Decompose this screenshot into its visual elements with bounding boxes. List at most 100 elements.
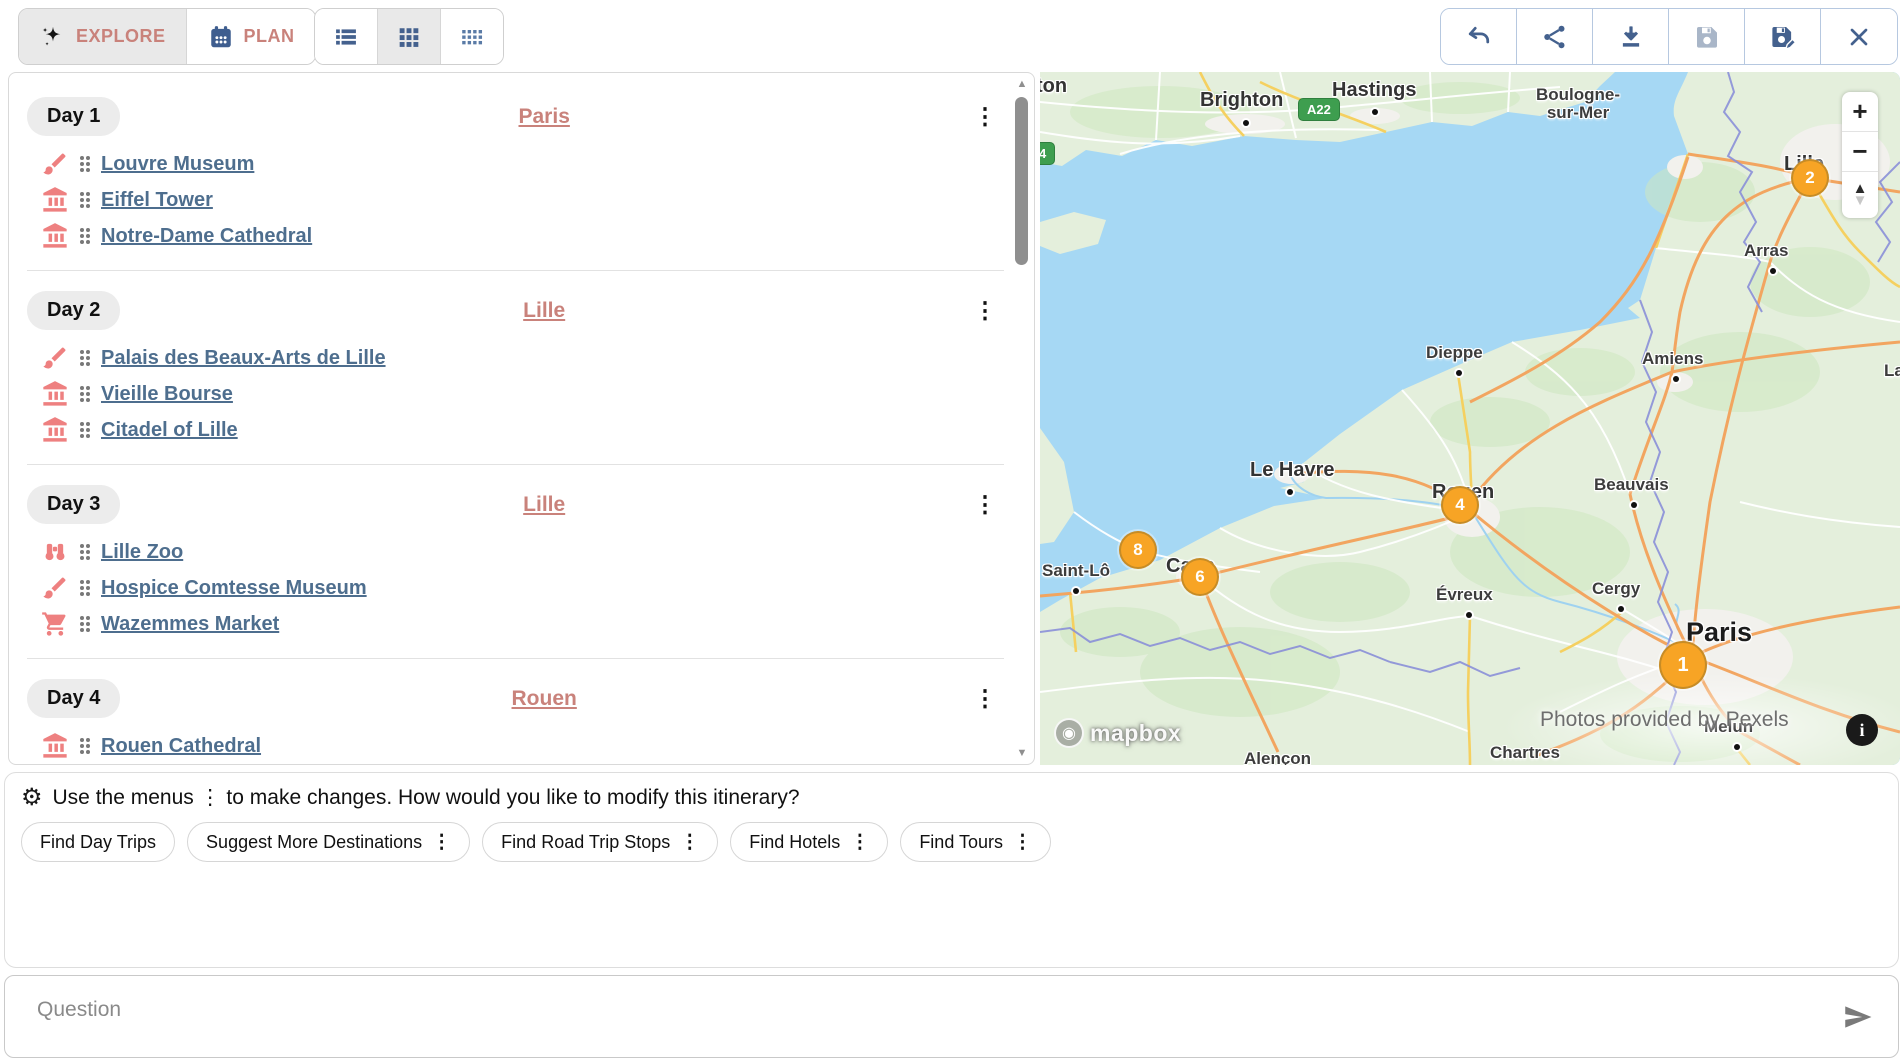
- itinerary-panel: Day 1 Paris ⋮ Louvre Museum Eiffel Tower…: [8, 72, 1035, 765]
- map-city-label: La: [1884, 362, 1900, 380]
- day-city-link[interactable]: Paris: [519, 105, 570, 128]
- itinerary-item: Palais des Beaux-Arts de Lille: [27, 340, 1010, 376]
- drag-handle-icon[interactable]: [80, 386, 90, 402]
- map-city-dot: [1618, 606, 1624, 612]
- item-title-link[interactable]: Vieille Bourse: [101, 383, 233, 406]
- view-toggle-group: [314, 8, 504, 65]
- map-cluster-marker[interactable]: 4: [1441, 486, 1479, 524]
- drag-handle-icon[interactable]: [80, 350, 90, 366]
- item-title-link[interactable]: Wazemmes Market: [101, 613, 279, 636]
- drag-handle-icon[interactable]: [80, 580, 90, 596]
- map-city-label: Arras: [1744, 242, 1788, 260]
- scroll-up-arrow[interactable]: ▲: [1013, 77, 1031, 91]
- day-section: Day 3 Lille ⋮ Lille Zoo Hospice Comtesse…: [27, 485, 1010, 659]
- plan-label: PLAN: [244, 26, 295, 47]
- compass-down-icon: ▼: [1853, 195, 1868, 207]
- drag-handle-icon[interactable]: [80, 616, 90, 632]
- undo-button[interactable]: [1441, 9, 1517, 64]
- map-city-label: Dieppe: [1426, 344, 1483, 362]
- day-header: Day 1 Paris ⋮: [27, 97, 1002, 136]
- day-divider: [27, 464, 1004, 465]
- item-title-link[interactable]: Rouen Cathedral: [101, 735, 261, 758]
- list-view-button[interactable]: [315, 9, 378, 64]
- day-city-link[interactable]: Rouen: [512, 687, 577, 710]
- day-menu-button[interactable]: ⋮: [968, 299, 1002, 322]
- map-cluster-marker[interactable]: 6: [1181, 558, 1219, 596]
- download-button[interactable]: [1593, 9, 1669, 64]
- suggestion-button[interactable]: Find Tours ⋮: [900, 822, 1051, 862]
- close-button[interactable]: [1821, 9, 1897, 64]
- assistant-message: Use the menus ⋮ to make changes. How wou…: [53, 785, 800, 810]
- zoom-in-button[interactable]: +: [1842, 92, 1878, 132]
- day-city-link[interactable]: Lille: [523, 493, 565, 516]
- day-divider: [27, 658, 1004, 659]
- day-menu-button[interactable]: ⋮: [968, 493, 1002, 516]
- plan-button[interactable]: PLAN: [187, 9, 315, 64]
- assistant-panel: ⚙ Use the menus ⋮ to make changes. How w…: [4, 772, 1899, 968]
- road-shield-badge: A22: [1298, 98, 1340, 121]
- suggestion-button[interactable]: Find Road Trip Stops ⋮: [482, 822, 718, 862]
- scroll-down-arrow[interactable]: ▼: [1013, 746, 1031, 760]
- item-title-link[interactable]: Eiffel Tower: [101, 189, 213, 212]
- share-button[interactable]: [1517, 9, 1593, 64]
- suggestion-menu-icon[interactable]: ⋮: [680, 833, 699, 852]
- zoom-out-button[interactable]: −: [1842, 132, 1878, 172]
- small-grid-view-button[interactable]: [441, 9, 503, 64]
- itinerary-item: Eiffel Tower: [27, 182, 1010, 218]
- send-button[interactable]: [1818, 1000, 1898, 1034]
- explore-button[interactable]: EXPLORE: [19, 9, 187, 64]
- map-city-label: Chartres: [1490, 744, 1560, 762]
- item-title-link[interactable]: Louvre Museum: [101, 153, 254, 176]
- item-title-link[interactable]: Hospice Comtesse Museum: [101, 577, 367, 600]
- map-city-label: Beauvais: [1594, 476, 1669, 494]
- suggestion-menu-icon[interactable]: ⋮: [1013, 833, 1032, 852]
- save-as-button[interactable]: [1745, 9, 1821, 64]
- suggestion-button[interactable]: Find Day Trips: [21, 822, 175, 862]
- map-city-label: Brighton: [1200, 90, 1283, 111]
- drag-handle-icon[interactable]: [80, 156, 90, 172]
- map-city-label: Paris: [1686, 618, 1752, 646]
- suggestion-menu-icon[interactable]: ⋮: [432, 833, 451, 852]
- item-title-link[interactable]: Lille Zoo: [101, 541, 183, 564]
- map-city-label: Amiens: [1642, 350, 1703, 368]
- map-city-label: Alençon: [1244, 750, 1311, 765]
- itinerary-scrollbar[interactable]: ▲ ▼: [1013, 75, 1031, 762]
- binoculars-icon: [41, 538, 69, 566]
- day-menu-button[interactable]: ⋮: [968, 105, 1002, 128]
- map-info-button[interactable]: i: [1846, 714, 1878, 746]
- drag-handle-icon[interactable]: [80, 738, 90, 754]
- map-cluster-marker[interactable]: 8: [1119, 531, 1157, 569]
- suggestion-button[interactable]: Suggest More Destinations ⋮: [187, 822, 470, 862]
- itinerary-item: Notre-Dame Cathedral: [27, 218, 1010, 254]
- drag-handle-icon[interactable]: [80, 192, 90, 208]
- save-button[interactable]: [1669, 9, 1745, 64]
- museum-icon: [41, 380, 69, 408]
- itinerary-days: Day 1 Paris ⋮ Louvre Museum Eiffel Tower…: [9, 73, 1010, 764]
- day-city-link[interactable]: Lille: [523, 299, 565, 322]
- compass-control[interactable]: ▲▼: [1842, 172, 1878, 218]
- question-input[interactable]: [5, 998, 1818, 1036]
- day-menu-button[interactable]: ⋮: [968, 687, 1002, 710]
- drag-handle-icon[interactable]: [80, 544, 90, 560]
- suggestion-label: Suggest More Destinations: [206, 832, 422, 853]
- drag-handle-icon[interactable]: [80, 422, 90, 438]
- question-bar: [4, 975, 1899, 1058]
- scrollbar-thumb[interactable]: [1015, 97, 1028, 265]
- map-cluster-marker[interactable]: 2: [1791, 159, 1829, 197]
- grid-view-button[interactable]: [378, 9, 441, 64]
- suggestion-menu-icon[interactable]: ⋮: [850, 833, 869, 852]
- map-city-label: ton: [1040, 76, 1067, 97]
- item-title-link[interactable]: Notre-Dame Cathedral: [101, 225, 312, 248]
- item-title-link[interactable]: Citadel of Lille: [101, 419, 238, 442]
- itinerary-item: Rouen Cathedral: [27, 728, 1010, 764]
- road-shield-badge: 4: [1040, 142, 1055, 165]
- item-title-link[interactable]: Palais des Beaux-Arts de Lille: [101, 347, 386, 370]
- document-toolbar: [1440, 8, 1898, 65]
- mode-switch: EXPLORE PLAN: [18, 8, 316, 65]
- day-header: Day 3 Lille ⋮: [27, 485, 1002, 524]
- map-cluster-marker[interactable]: 1: [1659, 641, 1707, 689]
- drag-handle-icon[interactable]: [80, 228, 90, 244]
- suggestion-button[interactable]: Find Hotels ⋮: [730, 822, 888, 862]
- map-canvas[interactable]: Photos provided by Pexels ◉ mapbox i + −…: [1040, 72, 1900, 765]
- mapbox-attribution[interactable]: ◉ mapbox: [1054, 718, 1181, 748]
